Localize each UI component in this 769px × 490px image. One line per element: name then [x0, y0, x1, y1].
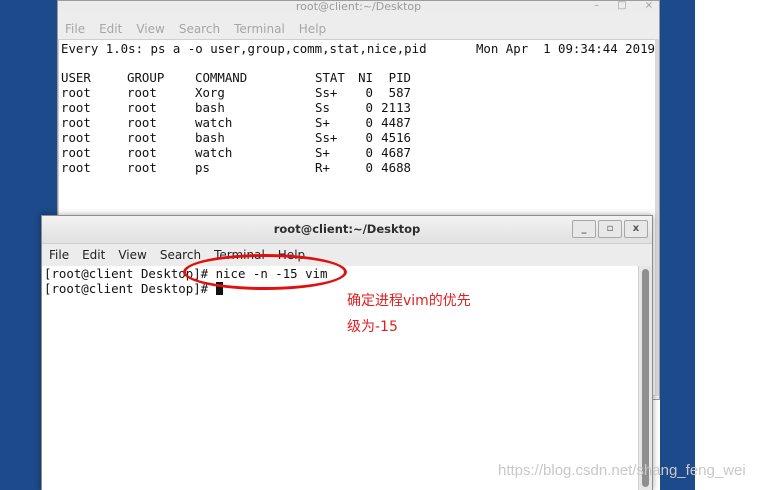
ps-header: NI — [358, 70, 373, 85]
menu-file[interactable]: File — [49, 248, 69, 262]
ps-header: COMMAND — [195, 70, 248, 85]
menu-view[interactable]: View — [136, 22, 164, 36]
watch-command: Every 1.0s: ps a -o user,group,comm,stat… — [61, 41, 427, 56]
ps-cell: bash — [195, 100, 225, 115]
ps-cell: R+ — [315, 160, 330, 175]
highlight-ellipse — [183, 254, 347, 290]
ps-row: root root watch S+ 0 4487 — [61, 115, 411, 130]
ps-cell: root — [127, 160, 157, 175]
ps-cell: S+ — [315, 115, 330, 130]
maximize-icon[interactable]: □ — [617, 0, 626, 11]
ps-cell: watch — [195, 115, 233, 130]
menu-edit[interactable]: Edit — [99, 22, 122, 36]
front-window-titlebar[interactable]: root@client:~/Desktop _ ▫ x — [42, 216, 652, 244]
front-window-controls: _ ▫ x — [572, 220, 648, 238]
prompt-text: [root@client Desktop]# — [44, 281, 216, 296]
ps-row: root root bash Ss+ 0 4516 — [61, 130, 411, 145]
ps-row: root root Xorg Ss+ 0 587 — [61, 85, 411, 100]
ps-cell: root — [127, 115, 157, 130]
close-icon[interactable]: x — [624, 220, 648, 238]
back-window-controls: – □ × — [576, 0, 653, 12]
ps-cell: Ss+ — [315, 85, 338, 100]
back-scrollbar[interactable] — [655, 39, 659, 396]
ps-cell: 2113 — [381, 100, 411, 115]
menu-search[interactable]: Search — [179, 22, 220, 36]
minimize-icon[interactable]: – — [594, 0, 599, 11]
ps-cell: root — [127, 85, 157, 100]
ps-cell: root — [127, 100, 157, 115]
ps-cell: 0 — [365, 85, 373, 100]
ps-cell: root — [61, 85, 91, 100]
ps-cell: 4688 — [381, 160, 411, 175]
prompt-line[interactable]: [root@client Desktop]# — [44, 281, 223, 296]
ps-cell: root — [61, 145, 91, 160]
desktop-background-right — [660, 0, 695, 490]
ps-table: USER GROUP COMMAND STAT NI PID root root X… — [61, 70, 411, 175]
front-window-menubar: File Edit View Search Terminal Help — [42, 244, 652, 266]
back-window-title: root@client:~/Desktop — [295, 0, 422, 13]
ps-header: GROUP — [127, 70, 165, 85]
ps-cell: 0 — [365, 130, 373, 145]
ps-cell: Ss — [315, 100, 330, 115]
ps-cell: Xorg — [195, 85, 225, 100]
ps-row: root root watch S+ 0 4687 — [61, 145, 411, 160]
ps-cell: root — [61, 130, 91, 145]
menu-edit[interactable]: Edit — [82, 248, 105, 262]
ps-header: STAT — [315, 70, 345, 85]
front-terminal-output[interactable]: [root@client Desktop]# nice -n -15 vim [… — [42, 266, 640, 490]
menu-search[interactable]: Search — [160, 248, 201, 262]
ps-header: USER — [61, 70, 91, 85]
ps-cell: bash — [195, 130, 225, 145]
watermark: https://blog.csdn.net/shang_feng_wei — [498, 462, 746, 479]
ps-cell: 4487 — [381, 115, 411, 130]
watch-time: Mon Apr 1 09:34:44 2019 — [475, 41, 655, 56]
ps-cell: root — [61, 100, 91, 115]
maximize-icon[interactable]: ▫ — [598, 220, 622, 238]
ps-cell: 0 — [365, 145, 373, 160]
front-scrollbar[interactable] — [638, 266, 652, 490]
annotation-line-2: 级为-15 — [347, 319, 398, 335]
annotation-line-1: 确定进程vim的优先 — [347, 293, 471, 309]
ps-cell: 0 — [365, 100, 373, 115]
menu-file[interactable]: File — [65, 22, 85, 36]
back-window-titlebar[interactable]: root@client:~/Desktop – □ × — [58, 0, 659, 13]
ps-cell: S+ — [315, 145, 330, 160]
close-icon[interactable]: × — [645, 0, 653, 11]
ps-cell: 0 — [365, 160, 373, 175]
ps-cell: 0 — [365, 115, 373, 130]
scrollbar-thumb[interactable] — [642, 269, 649, 487]
front-terminal-window[interactable]: root@client:~/Desktop _ ▫ x File Edit View… — [41, 215, 653, 490]
ps-cell: root — [127, 130, 157, 145]
ps-cell: 4516 — [381, 130, 411, 145]
ps-cell: root — [61, 160, 91, 175]
minimize-icon[interactable]: _ — [572, 220, 596, 238]
ps-cell: 587 — [388, 85, 411, 100]
ps-cell: ps — [195, 160, 210, 175]
ps-cell: root — [61, 115, 91, 130]
back-window-menubar: File Edit View Search Terminal Help — [58, 13, 659, 39]
menu-help[interactable]: Help — [299, 22, 326, 36]
ps-cell: Ss+ — [315, 130, 338, 145]
ps-row: root root ps R+ 0 4688 — [61, 160, 411, 175]
ps-cell: root — [127, 145, 157, 160]
ps-cell: 4687 — [381, 145, 411, 160]
front-window-title: root@client:~/Desktop — [273, 222, 421, 236]
ps-header-row: USER GROUP COMMAND STAT NI PID — [61, 70, 411, 85]
ps-row: root root bash Ss 0 2113 — [61, 100, 411, 115]
ps-cell: watch — [195, 145, 233, 160]
menu-view[interactable]: View — [118, 248, 146, 262]
menu-terminal[interactable]: Terminal — [234, 22, 285, 36]
ps-header: PID — [388, 70, 411, 85]
